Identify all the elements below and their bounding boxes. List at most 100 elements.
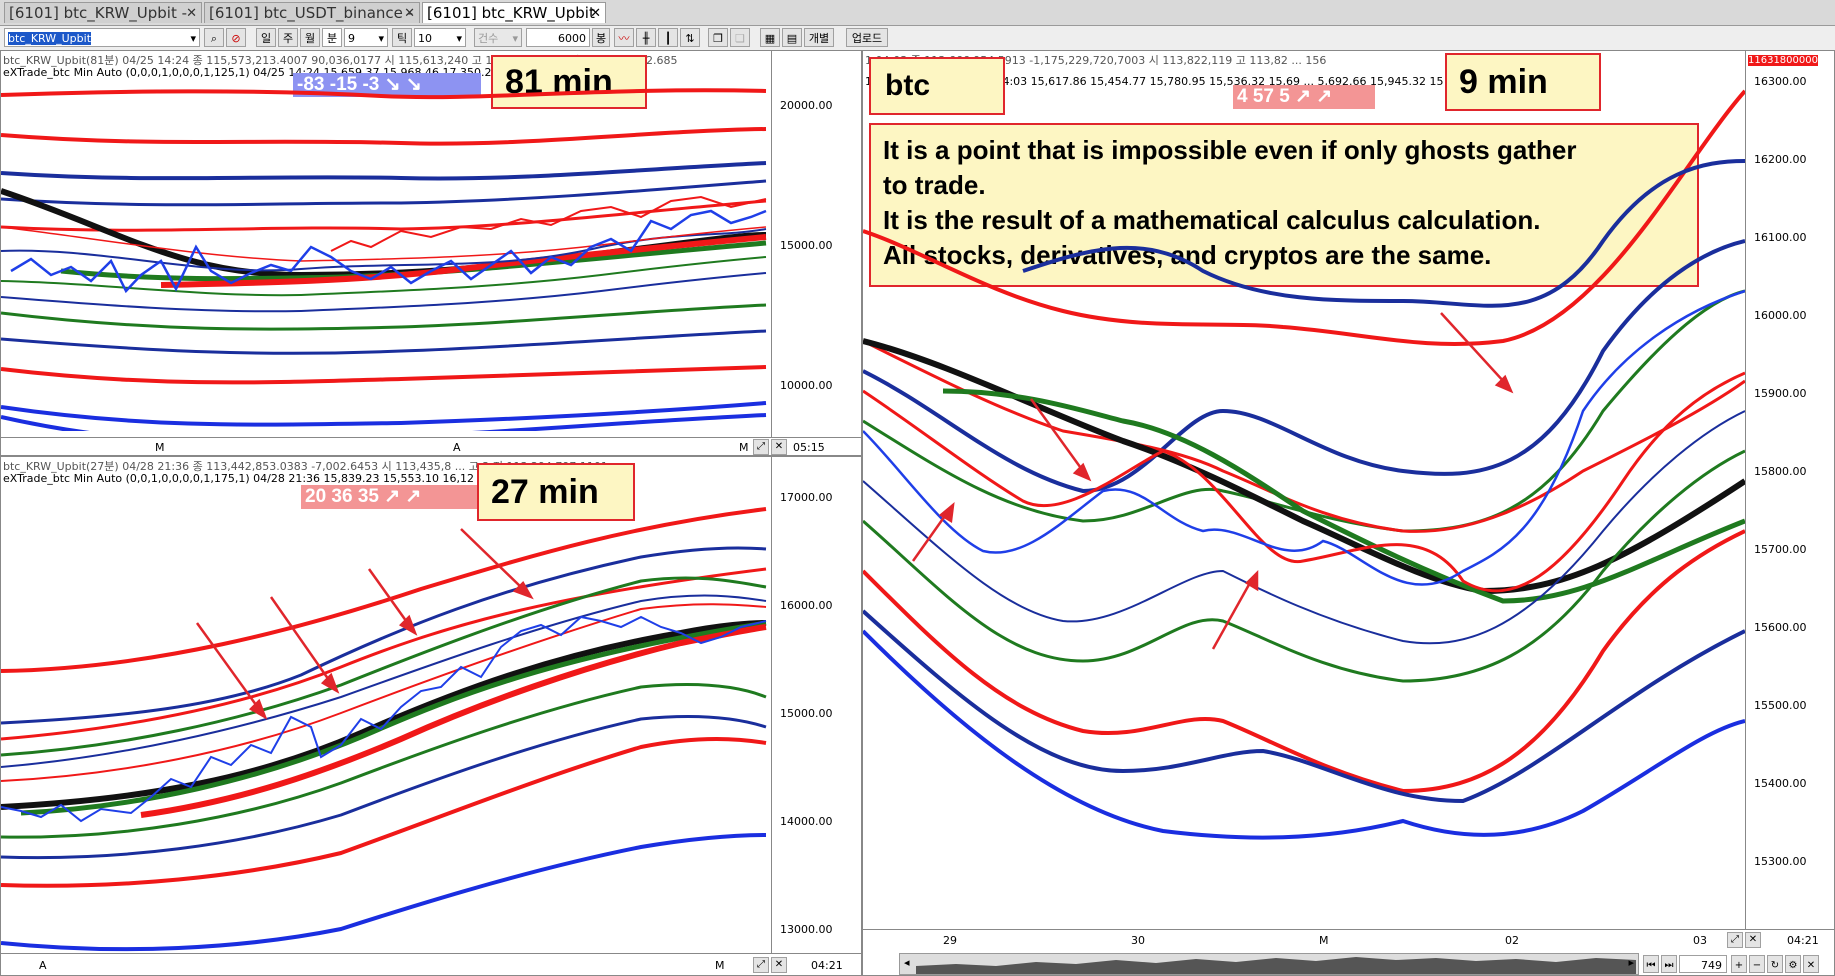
- y-top-value: 11631800000: [1748, 55, 1818, 66]
- zoom-icon[interactable]: ⤢: [1727, 932, 1743, 948]
- copy-icon[interactable]: ❐: [708, 28, 728, 47]
- y-tick: 16300.00: [1754, 75, 1807, 88]
- time-label: 05:15: [793, 441, 825, 454]
- x-tick: A: [453, 441, 461, 454]
- zoom-icon[interactable]: ⤢: [753, 957, 769, 973]
- x-tick: M: [715, 959, 725, 972]
- scroll-first-icon[interactable]: ⏮: [1643, 955, 1659, 973]
- candle-chart-icon[interactable]: ╫: [636, 28, 656, 47]
- zoom-in-icon[interactable]: +: [1731, 955, 1747, 973]
- paste-icon[interactable]: ❏: [730, 28, 750, 47]
- count-label: 건수: [478, 32, 499, 45]
- y-tick: 15300.00: [1754, 855, 1807, 868]
- time-label: 04:21: [811, 959, 843, 972]
- minute-select[interactable]: 9 ▾: [344, 28, 388, 47]
- tab-btc-krw-upbit-360[interactable]: [6101] btc_KRW_Upbit - 360틱 ✕: [4, 2, 202, 43]
- bands: [863, 89, 1745, 840]
- refresh-icon[interactable]: ↻: [1767, 955, 1783, 973]
- y-tick: 13000.00: [780, 923, 833, 936]
- chevron-down-icon: ▾: [378, 32, 384, 45]
- scroll-left-icon[interactable]: ◂: [904, 956, 910, 969]
- tab-btc-krw-upbit-9min[interactable]: [6101] btc_KRW_Upbit - 9분 ✕: [422, 2, 606, 43]
- close-icon[interactable]: ✕: [186, 3, 197, 24]
- y-tick: 16000.00: [780, 599, 833, 612]
- upload-button[interactable]: 업로드: [846, 28, 888, 47]
- zoom-icon[interactable]: ⤢: [753, 439, 769, 455]
- tick-select[interactable]: 10 ▾: [414, 28, 466, 47]
- x-tick: M: [155, 441, 165, 454]
- chart-plot-27min[interactable]: [1, 457, 771, 953]
- x-tick: A: [39, 959, 47, 972]
- chart-plot-9min[interactable]: [863, 51, 1745, 929]
- line-chart-icon[interactable]: 〰: [614, 28, 634, 47]
- chart-plot-81min[interactable]: [1, 51, 771, 431]
- bar-chart-icon[interactable]: ┃: [658, 28, 678, 47]
- count-select[interactable]: 건수 ▾: [474, 28, 522, 47]
- time-label: 04:21: [1787, 934, 1819, 947]
- layout-icon[interactable]: ▦: [760, 28, 780, 47]
- search-icon[interactable]: ⌕: [204, 28, 224, 47]
- close-icon[interactable]: ✕: [590, 3, 601, 24]
- arrows: [911, 312, 1514, 650]
- y-axis: 17000.00 16000.00 15000.00 14000.00 1300…: [771, 457, 861, 953]
- y-tick: 16000.00: [1754, 309, 1807, 322]
- period-week-button[interactable]: 주: [278, 28, 298, 47]
- close-icon[interactable]: ✕: [1745, 932, 1761, 948]
- y-tick: 15700.00: [1754, 543, 1807, 556]
- close-icon[interactable]: ✕: [771, 957, 787, 973]
- band-outer-bottom: [1, 303, 767, 431]
- minute-value: 9: [348, 32, 355, 45]
- period-minute-button[interactable]: 분: [322, 28, 342, 47]
- tick-button[interactable]: 틱: [392, 28, 412, 47]
- chevron-down-icon: ▾: [512, 32, 518, 45]
- horizontal-scrollbar[interactable]: ◂ ▸: [899, 953, 1639, 975]
- x-tick: M: [739, 441, 749, 454]
- y-tick: 17000.00: [780, 491, 833, 504]
- band-center: [1, 188, 767, 313]
- y-axis: 20000.00 15000.00 10000.00: [771, 51, 861, 437]
- indicator-icon[interactable]: ⇅: [680, 28, 700, 47]
- period-day-button[interactable]: 일: [256, 28, 276, 47]
- clear-search-icon[interactable]: ⊘: [226, 28, 246, 47]
- settings-icon[interactable]: ⚙: [1785, 955, 1801, 973]
- y-tick: 15500.00: [1754, 699, 1807, 712]
- table-icon[interactable]: ▤: [782, 28, 802, 47]
- close-icon[interactable]: ✕: [404, 3, 415, 24]
- y-tick: 15800.00: [1754, 465, 1807, 478]
- separate-button[interactable]: 개별: [804, 28, 834, 47]
- y-axis: 12567 11631800000 16300.00 16200.00 1610…: [1745, 51, 1834, 929]
- scroll-right-icon[interactable]: ▸: [1628, 956, 1634, 969]
- y-tick: 15400.00: [1754, 777, 1807, 790]
- band-outer-top: [1, 88, 767, 232]
- symbol-select[interactable]: btc_KRW_Upbit ▾: [4, 28, 200, 47]
- y-tick: 16200.00: [1754, 153, 1807, 166]
- bands: [1, 507, 767, 952]
- chevron-down-icon: ▾: [456, 32, 462, 45]
- zoom-out-icon[interactable]: −: [1749, 955, 1765, 973]
- chart-panel-27min: btc_KRW_Upbit(27분) 04/28 21:36 종 113,442…: [0, 456, 862, 976]
- tab-btc-usdt-binance-360[interactable]: [6101] btc_USDT_binance - 360틱 ✕: [204, 2, 420, 43]
- y-tick: 15900.00: [1754, 387, 1807, 400]
- close-icon[interactable]: ✕: [1803, 955, 1819, 973]
- close-icon[interactable]: ✕: [771, 439, 787, 455]
- x-tick: M: [1319, 934, 1329, 947]
- symbol-value: btc_KRW_Upbit: [8, 32, 92, 45]
- period-month-button[interactable]: 월: [300, 28, 320, 47]
- y-tick: 15000.00: [780, 239, 833, 252]
- y-tick: 15600.00: [1754, 621, 1807, 634]
- scroll-last-icon[interactable]: ⏭: [1661, 955, 1677, 973]
- count-unit-button[interactable]: 봉: [592, 28, 610, 47]
- tick-value: 10: [418, 32, 432, 45]
- chevron-down-icon: ▾: [190, 32, 196, 45]
- x-axis: A M ⤢ ✕ 04:21: [1, 953, 861, 975]
- y-tick: 10000.00: [780, 379, 833, 392]
- y-tick: 16100.00: [1754, 231, 1807, 244]
- x-axis: M A M ⤢ ✕ 05:15: [1, 437, 861, 455]
- y-tick: 20000.00: [780, 99, 833, 112]
- y-top-value: 12567: [1748, 51, 1780, 54]
- y-tick: 14000.00: [780, 815, 833, 828]
- count-input[interactable]: 6000: [526, 28, 590, 47]
- page-count-input[interactable]: 749: [1679, 955, 1727, 973]
- x-tick: 29: [943, 934, 957, 947]
- volume-overview: [916, 957, 1636, 974]
